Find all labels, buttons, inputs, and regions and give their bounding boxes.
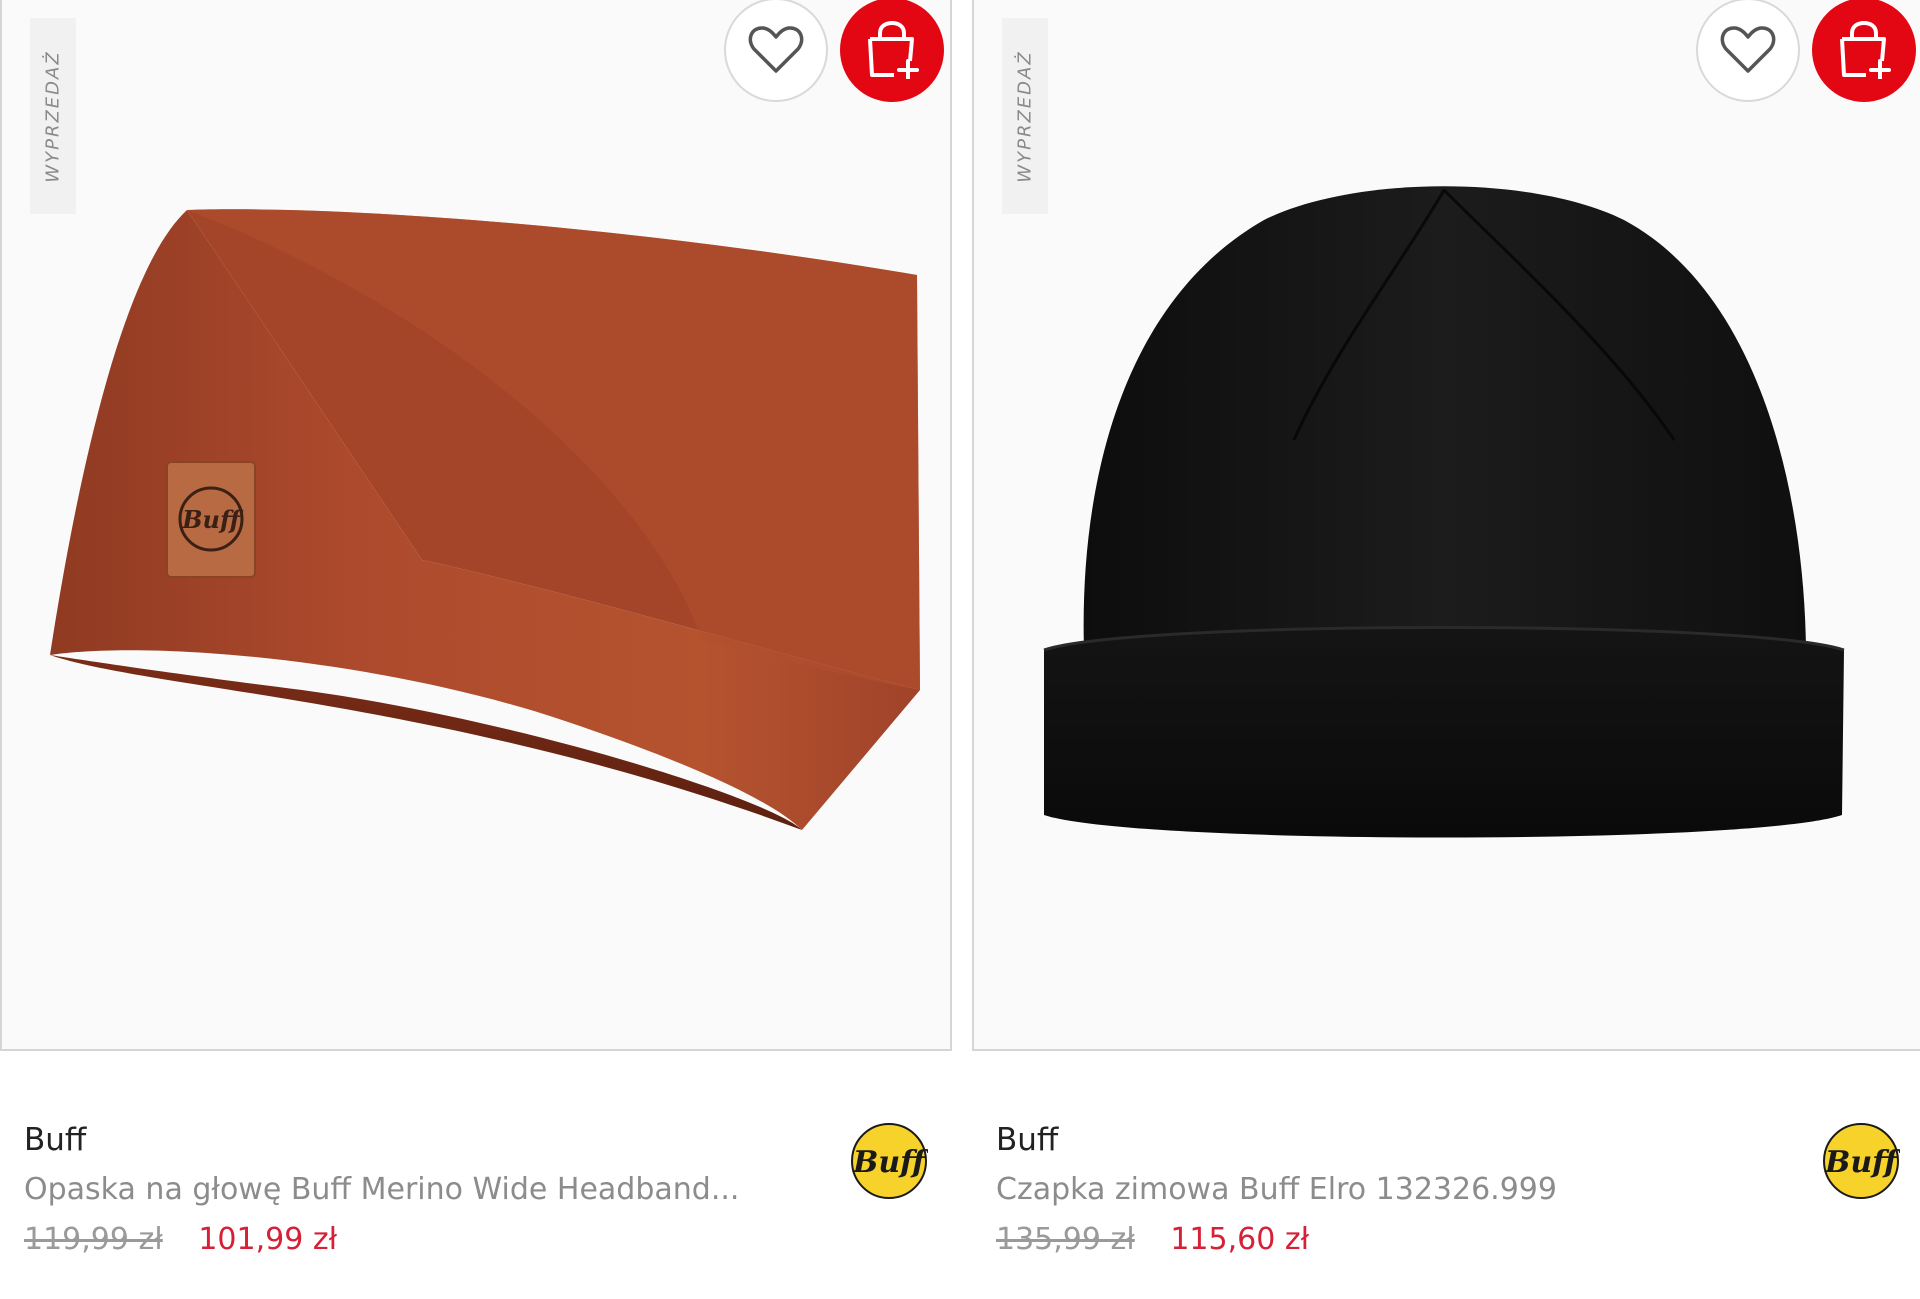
product-info: Buff Czapka zimowa Buff Elro 132326.999 … [996,1120,1876,1260]
add-to-wishlist-button[interactable] [724,0,828,102]
sale-price: 101,99 zł [198,1222,338,1257]
old-price: 119,99 zł [24,1222,163,1257]
product-info: Buff Opaska na głowę Buff Merino Wide He… [24,1120,904,1260]
svg-text:Buff: Buff [1824,1145,1900,1180]
product-name[interactable]: Czapka zimowa Buff Elro 132326.999 [996,1170,1736,1210]
product-image-box[interactable]: WYPRZEDAŻ [0,0,952,1051]
sale-price: 115,60 zł [1170,1222,1310,1257]
buff-brand-logo[interactable]: Buff [1822,1122,1900,1200]
heart-icon [1720,26,1776,73]
add-to-cart-button[interactable] [1812,0,1916,102]
beanie-image [1043,186,1845,838]
product-prices: 119,99 zł 101,99 zł [24,1220,904,1260]
headband-image: Buff [50,209,920,830]
shopping-bag-plus-icon [868,21,919,79]
buff-brand-logo[interactable]: Buff [850,1122,928,1200]
svg-text:Buff: Buff [181,505,244,534]
product-brand[interactable]: Buff [996,1120,1876,1160]
product-brand[interactable]: Buff [24,1120,904,1160]
heart-icon [748,26,804,73]
svg-text:Buff: Buff [852,1145,928,1180]
product-prices: 135,99 zł 115,60 zł [996,1220,1876,1260]
product-card[interactable]: WYPRZEDAŻ [0,0,952,1299]
add-to-cart-button[interactable] [840,0,944,102]
add-to-wishlist-button[interactable] [1696,0,1800,102]
shopping-bag-plus-icon [1840,21,1891,79]
product-name[interactable]: Opaska na głowę Buff Merino Wide Headban… [24,1170,764,1210]
product-grid: WYPRZEDAŻ Buff Buff Opaska na głowę Buff… [0,0,1920,1299]
old-price: 135,99 zł [996,1222,1135,1257]
product-card[interactable]: WYPRZEDAŻ [972,0,1920,1299]
product-image-box[interactable]: WYPRZEDAŻ [972,0,1920,1051]
